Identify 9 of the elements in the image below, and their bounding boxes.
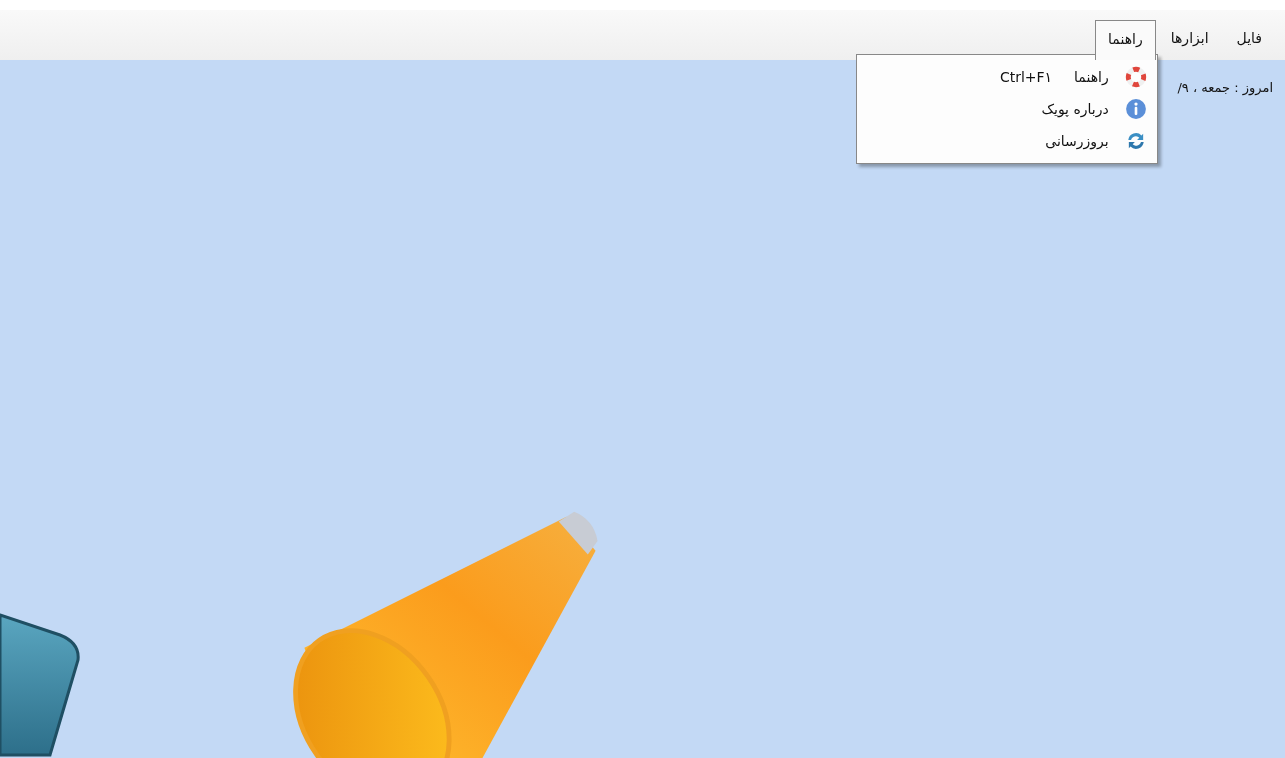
menu-item[interactable]: فایل (1223, 19, 1275, 60)
lifebuoy-icon (1124, 66, 1147, 88)
menu-item[interactable]: راهنما (1095, 20, 1156, 60)
menu-option[interactable]: راهنما Ctrl+F۱ (866, 69, 1115, 85)
info-icon (1124, 98, 1147, 120)
menu-option[interactable]: بروزرسانی (866, 133, 1115, 149)
date-label: امروز : جمعه ، ۹/ (1177, 80, 1273, 95)
menu-item[interactable]: ابزارها (1157, 19, 1222, 60)
menu-option[interactable]: درباره پویک (866, 101, 1115, 117)
